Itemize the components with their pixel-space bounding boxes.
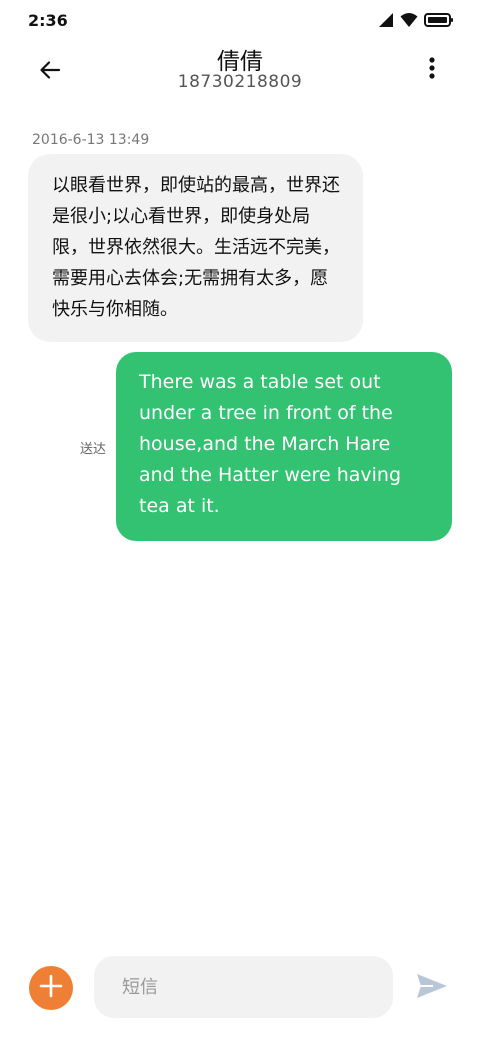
outgoing-message-bubble[interactable]: There was a table set out under a tree i… xyxy=(116,352,452,541)
more-vertical-icon xyxy=(428,56,436,84)
wifi-icon xyxy=(400,12,418,32)
plus-icon xyxy=(39,974,63,1002)
incoming-message-bubble[interactable]: 以眼看世界，即使站的最高，世界还是很小;以心看世界，即使身处局限，世界依然很大。… xyxy=(28,154,363,342)
send-button[interactable] xyxy=(412,972,452,1004)
delivery-status: 送达 xyxy=(80,442,107,457)
compose-bar xyxy=(0,950,480,1030)
contact-number: 18730218809 xyxy=(177,72,303,92)
status-bar: 2:36 xyxy=(0,0,480,40)
status-icons xyxy=(378,12,454,32)
contact-name: 倩倩 xyxy=(217,49,263,75)
battery-icon xyxy=(424,12,454,32)
send-icon xyxy=(416,973,448,1003)
conversation-header: 倩倩 18730218809 xyxy=(0,40,480,100)
signal-icon xyxy=(378,12,394,32)
more-options-button[interactable] xyxy=(420,54,444,86)
message-timestamp: 2016-6-13 13:49 xyxy=(32,132,150,148)
message-input[interactable] xyxy=(94,956,393,1018)
add-attachment-button[interactable] xyxy=(29,966,73,1010)
status-time: 2:36 xyxy=(28,11,68,30)
